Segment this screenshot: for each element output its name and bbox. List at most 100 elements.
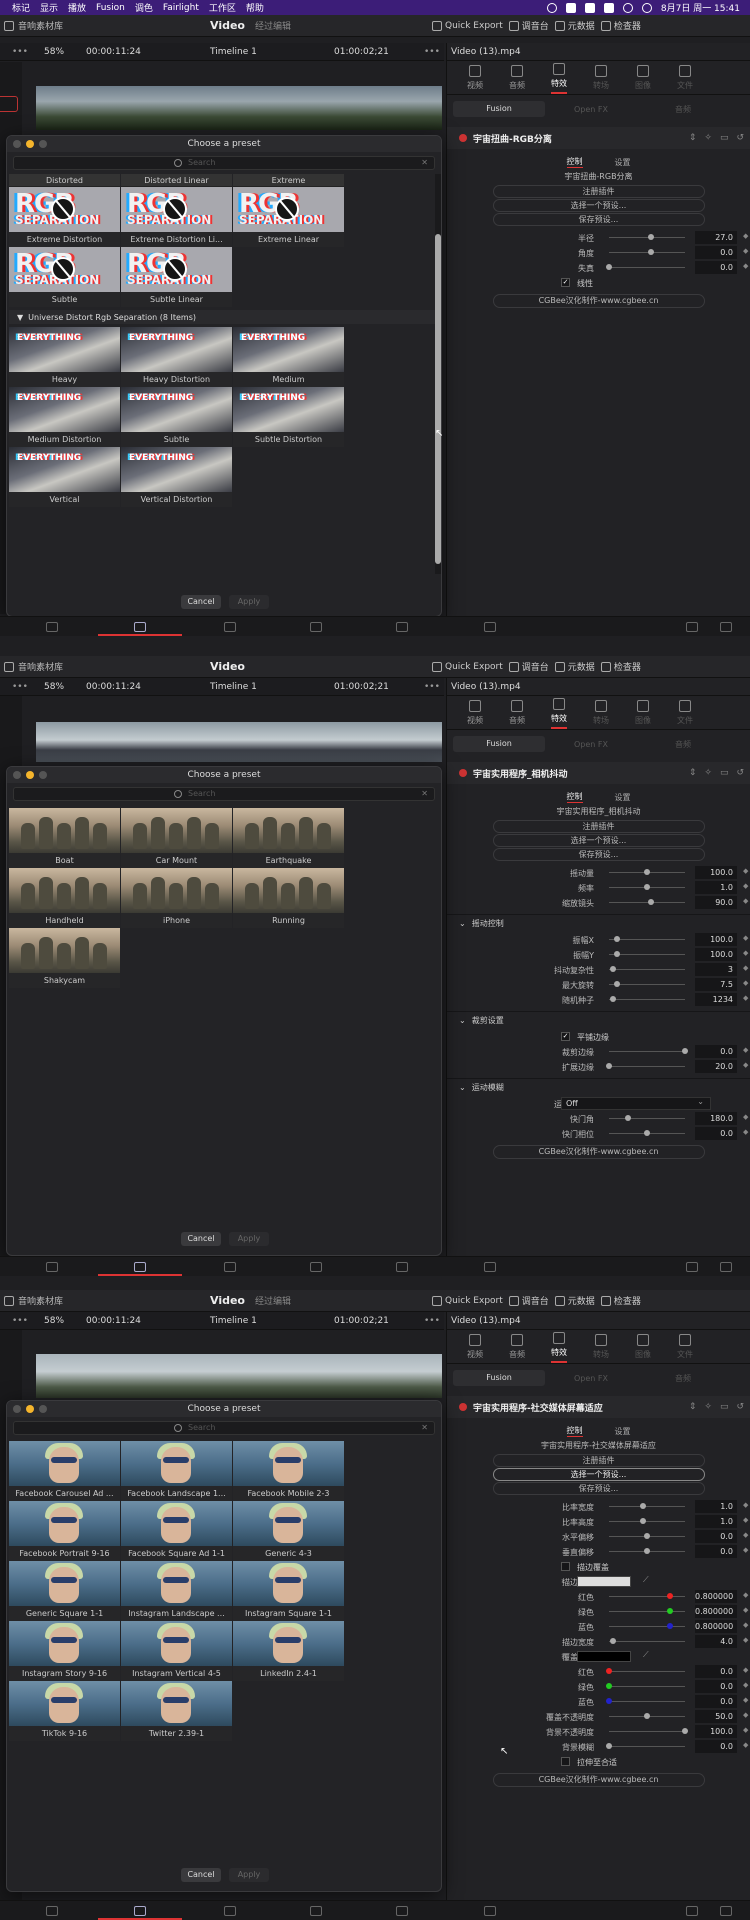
scrollbar[interactable] xyxy=(435,174,441,574)
zoom-select[interactable]: 58% xyxy=(44,682,64,692)
border-overlay-checkbox[interactable] xyxy=(561,1562,570,1571)
param-slider-track[interactable] xyxy=(609,1521,685,1522)
effect-header[interactable]: 宇宙实用程序-社交媒体屏幕适应 ⇕ ✧ ▭ ↺ xyxy=(447,1396,750,1418)
menu-fusion[interactable]: Fusion xyxy=(96,3,125,13)
param-value-field[interactable]: 180.0 xyxy=(695,1112,737,1125)
keyframe-icon[interactable]: ◆ xyxy=(743,1046,748,1054)
param-slider-track[interactable] xyxy=(609,1641,685,1642)
zoom-select[interactable]: 58% xyxy=(44,47,64,57)
tab-audio[interactable]: 音频 xyxy=(509,1334,525,1363)
save-preset-button[interactable]: 保存预设... xyxy=(492,213,705,226)
tab-control[interactable]: 控制 xyxy=(566,156,583,168)
media-pool-icon[interactable] xyxy=(4,661,14,672)
param-slider-handle[interactable] xyxy=(606,1698,612,1704)
reorder-icon[interactable]: ⇕ xyxy=(689,768,697,778)
more-icon[interactable]: ••• xyxy=(424,1316,440,1326)
fairlight-page-icon[interactable] xyxy=(396,1262,408,1272)
tab-effects[interactable]: 特效 xyxy=(551,698,567,729)
choose-preset-button[interactable]: 选择一个预设... xyxy=(492,1468,705,1481)
more-icon[interactable]: ••• xyxy=(424,47,440,57)
effect-header[interactable]: 宇宙实用程序_相机抖动 ⇕ ✧ ▭ ↺ xyxy=(447,762,750,784)
keyframe-icon[interactable]: ◆ xyxy=(743,1606,748,1614)
param-slider-track[interactable] xyxy=(609,984,685,985)
close-icon[interactable] xyxy=(13,140,21,148)
param-value-field[interactable]: 1.0 xyxy=(695,1515,737,1528)
app-icon[interactable] xyxy=(603,2,614,13)
param-slider-track[interactable] xyxy=(609,954,685,955)
zoom-icon[interactable] xyxy=(39,140,47,148)
param-slider-handle[interactable] xyxy=(640,1518,647,1524)
tab-image[interactable]: 图像 xyxy=(635,1334,651,1363)
param-value-field[interactable]: 0.0 xyxy=(695,1127,737,1140)
enable-toggle-icon[interactable] xyxy=(459,1403,467,1411)
param-slider-handle[interactable] xyxy=(666,1608,673,1614)
tab-audio[interactable]: 音频 xyxy=(509,700,525,729)
status-icon[interactable] xyxy=(546,2,557,13)
tab-effects[interactable]: 特效 xyxy=(551,1332,567,1363)
magic-icon[interactable]: ✧ xyxy=(704,133,712,143)
trash-icon[interactable]: ▭ xyxy=(720,1402,729,1412)
zoom-icon[interactable] xyxy=(39,771,47,779)
preset-tile[interactable]: Generic 4-3 xyxy=(233,1501,344,1561)
keyframe-icon[interactable]: ◆ xyxy=(743,1711,748,1719)
reorder-icon[interactable]: ⇕ xyxy=(689,1402,697,1412)
minimize-icon[interactable] xyxy=(26,771,34,779)
tab-settings[interactable]: 设置 xyxy=(615,157,631,168)
param-slider-handle[interactable] xyxy=(647,234,654,240)
param-value-field[interactable]: 1.0 xyxy=(695,881,737,894)
video-viewer[interactable] xyxy=(36,1354,442,1398)
trash-icon[interactable]: ▭ xyxy=(720,133,729,143)
keyframe-icon[interactable]: ◆ xyxy=(743,897,748,905)
reset-icon[interactable]: ↺ xyxy=(736,133,744,143)
preset-tile[interactable]: LinkedIn 2.4-1 xyxy=(233,1621,344,1681)
keyframe-icon[interactable]: ◆ xyxy=(743,1591,748,1599)
subtab-fusion[interactable]: Fusion xyxy=(453,101,545,117)
tab-audio[interactable]: 音频 xyxy=(509,65,525,94)
chevron-right-icon[interactable]: › xyxy=(561,1576,564,1585)
clear-icon[interactable]: ✕ xyxy=(421,158,428,167)
param-slider-handle[interactable] xyxy=(644,869,650,875)
zoom-icon[interactable] xyxy=(39,1405,47,1413)
gear-icon[interactable] xyxy=(720,1906,732,1916)
app-icon[interactable] xyxy=(584,2,595,13)
preset-tile[interactable]: EVERYTHING Subtle xyxy=(121,387,232,447)
reorder-icon[interactable]: ⇕ xyxy=(689,133,697,143)
metadata-button[interactable]: 元数据 xyxy=(554,1294,595,1307)
param-slider-track[interactable] xyxy=(609,1066,685,1067)
param-slider-handle[interactable] xyxy=(613,951,620,957)
keyframe-icon[interactable]: ◆ xyxy=(743,979,748,987)
border-color-swatch[interactable] xyxy=(577,1576,631,1587)
param-value-field[interactable]: 0.0 xyxy=(695,1545,737,1558)
more-icon[interactable]: ••• xyxy=(424,682,440,692)
param-value-field[interactable]: 0.0 xyxy=(695,246,737,259)
param-slider-handle[interactable] xyxy=(666,1623,673,1629)
save-preset-button[interactable]: 保存预设... xyxy=(492,1482,705,1495)
param-slider-track[interactable] xyxy=(609,1051,685,1052)
tab-file[interactable]: 文件 xyxy=(677,1334,693,1363)
param-slider-handle[interactable] xyxy=(640,1503,647,1509)
keyframe-icon[interactable]: ◆ xyxy=(743,934,748,942)
param-value-field[interactable]: 0.0 xyxy=(695,1695,737,1708)
reset-icon[interactable]: ↺ xyxy=(736,1402,744,1412)
subtab-fusion[interactable]: Fusion xyxy=(453,1370,545,1386)
video-viewer[interactable] xyxy=(36,722,442,762)
clear-icon[interactable]: ✕ xyxy=(421,1423,428,1432)
menu-view[interactable]: 显示 xyxy=(40,1,58,14)
linear-checkbox-row[interactable]: ✓ 线性 xyxy=(447,275,750,290)
param-slider-handle[interactable] xyxy=(613,936,620,942)
preset-tile[interactable]: iPhone xyxy=(121,868,232,928)
keyframe-icon[interactable]: ◆ xyxy=(743,994,748,1002)
timeline-select[interactable]: Timeline 1 xyxy=(210,1316,257,1326)
param-slider-track[interactable] xyxy=(609,1506,685,1507)
subtab-openfx[interactable]: Open FX xyxy=(545,740,637,749)
param-slider-track[interactable] xyxy=(609,902,685,903)
overlay-color-swatch[interactable] xyxy=(577,1651,631,1662)
timeline-select[interactable]: Timeline 1 xyxy=(210,47,257,57)
media-page-icon[interactable] xyxy=(46,1262,58,1272)
tab-video[interactable]: 视频 xyxy=(467,1334,483,1363)
param-value-field[interactable]: 0.800000 xyxy=(695,1590,737,1603)
eyedropper-icon[interactable]: ⟋ xyxy=(643,1650,649,1660)
wifi-icon[interactable] xyxy=(622,2,633,13)
tab-control[interactable]: 控制 xyxy=(566,1425,583,1437)
param-slider-track[interactable] xyxy=(609,1626,685,1627)
